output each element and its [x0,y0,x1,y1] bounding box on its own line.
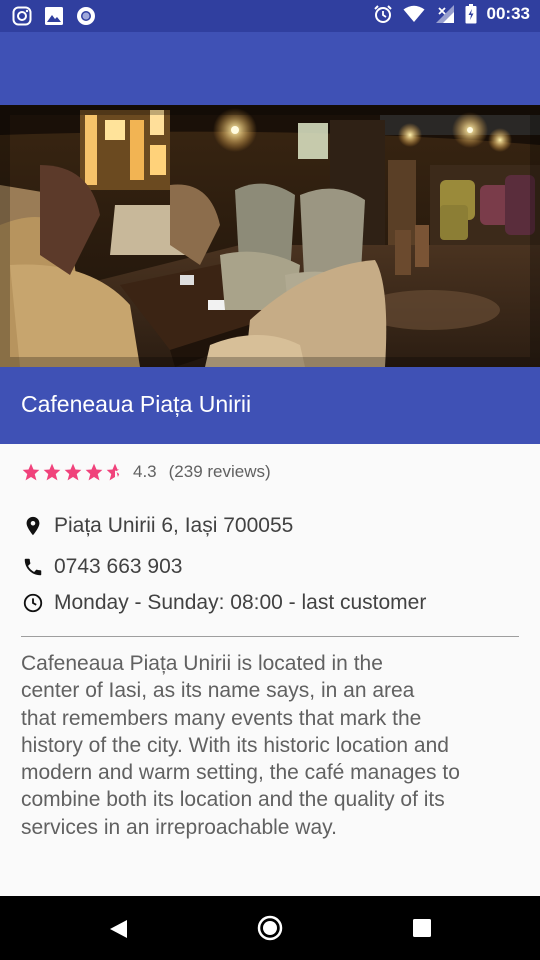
place-title: Cafeneaua Piața Unirii [21,391,252,417]
back-button[interactable] [108,918,130,940]
star-half-icon [106,463,120,481]
rating-stars [21,462,125,482]
hours-text: Monday - Sunday: 08:00 - last customer [54,591,427,614]
instagram-icon [12,6,32,26]
place-title-bar: Cafeneaua Piața Unirii [0,367,540,444]
rating-row: 4.3 (239 reviews) [21,462,271,482]
alarm-icon [373,5,392,23]
clock-icon [21,591,45,615]
wifi-icon [403,5,425,22]
star-full-icon [22,463,40,481]
star-full-icon [43,463,61,481]
phone-icon [21,555,45,579]
hours-row: Monday - Sunday: 08:00 - last customer [21,591,426,615]
location-pin-icon [21,514,45,538]
divider [21,636,519,637]
app-bar [0,32,540,105]
review-count[interactable]: (239 reviews) [169,462,271,482]
place-description: Cafeneaua Piața Unirii is located in the… [21,650,531,841]
cafe-hero-image [0,105,540,367]
recents-button[interactable] [412,918,432,938]
clock: 00:33 [486,4,530,23]
description-line: combine both its location and the qualit… [21,788,445,812]
home-button[interactable] [257,915,283,941]
description-line: modern and warm setting, the café manage… [21,761,460,785]
navigation-bar [0,896,540,960]
star-full-icon [64,463,82,481]
signal-icon [435,5,454,23]
description-line: services in an irreproachable way. [21,815,337,839]
phone-text: 0743 663 903 [54,555,183,578]
star-full-icon [85,463,103,481]
address-text: Piața Unirii 6, Iași 700055 [54,514,294,537]
phone-row[interactable]: 0743 663 903 [21,555,182,579]
status-bar: 00:33 [0,0,540,32]
rating-value: 4.3 [133,462,157,481]
circle-notification-icon [77,7,95,25]
description-line: Cafeneaua Piața Unirii is located in the [21,652,383,675]
description-line: center of Iasi, as its name says, in an … [21,679,415,703]
address-row[interactable]: Piața Unirii 6, Iași 700055 [21,514,293,538]
description-line: history of the city. With its historic l… [21,733,449,757]
description-line: that remembers many events that mark the [21,706,422,730]
battery-icon [465,4,477,24]
image-icon [45,7,63,25]
